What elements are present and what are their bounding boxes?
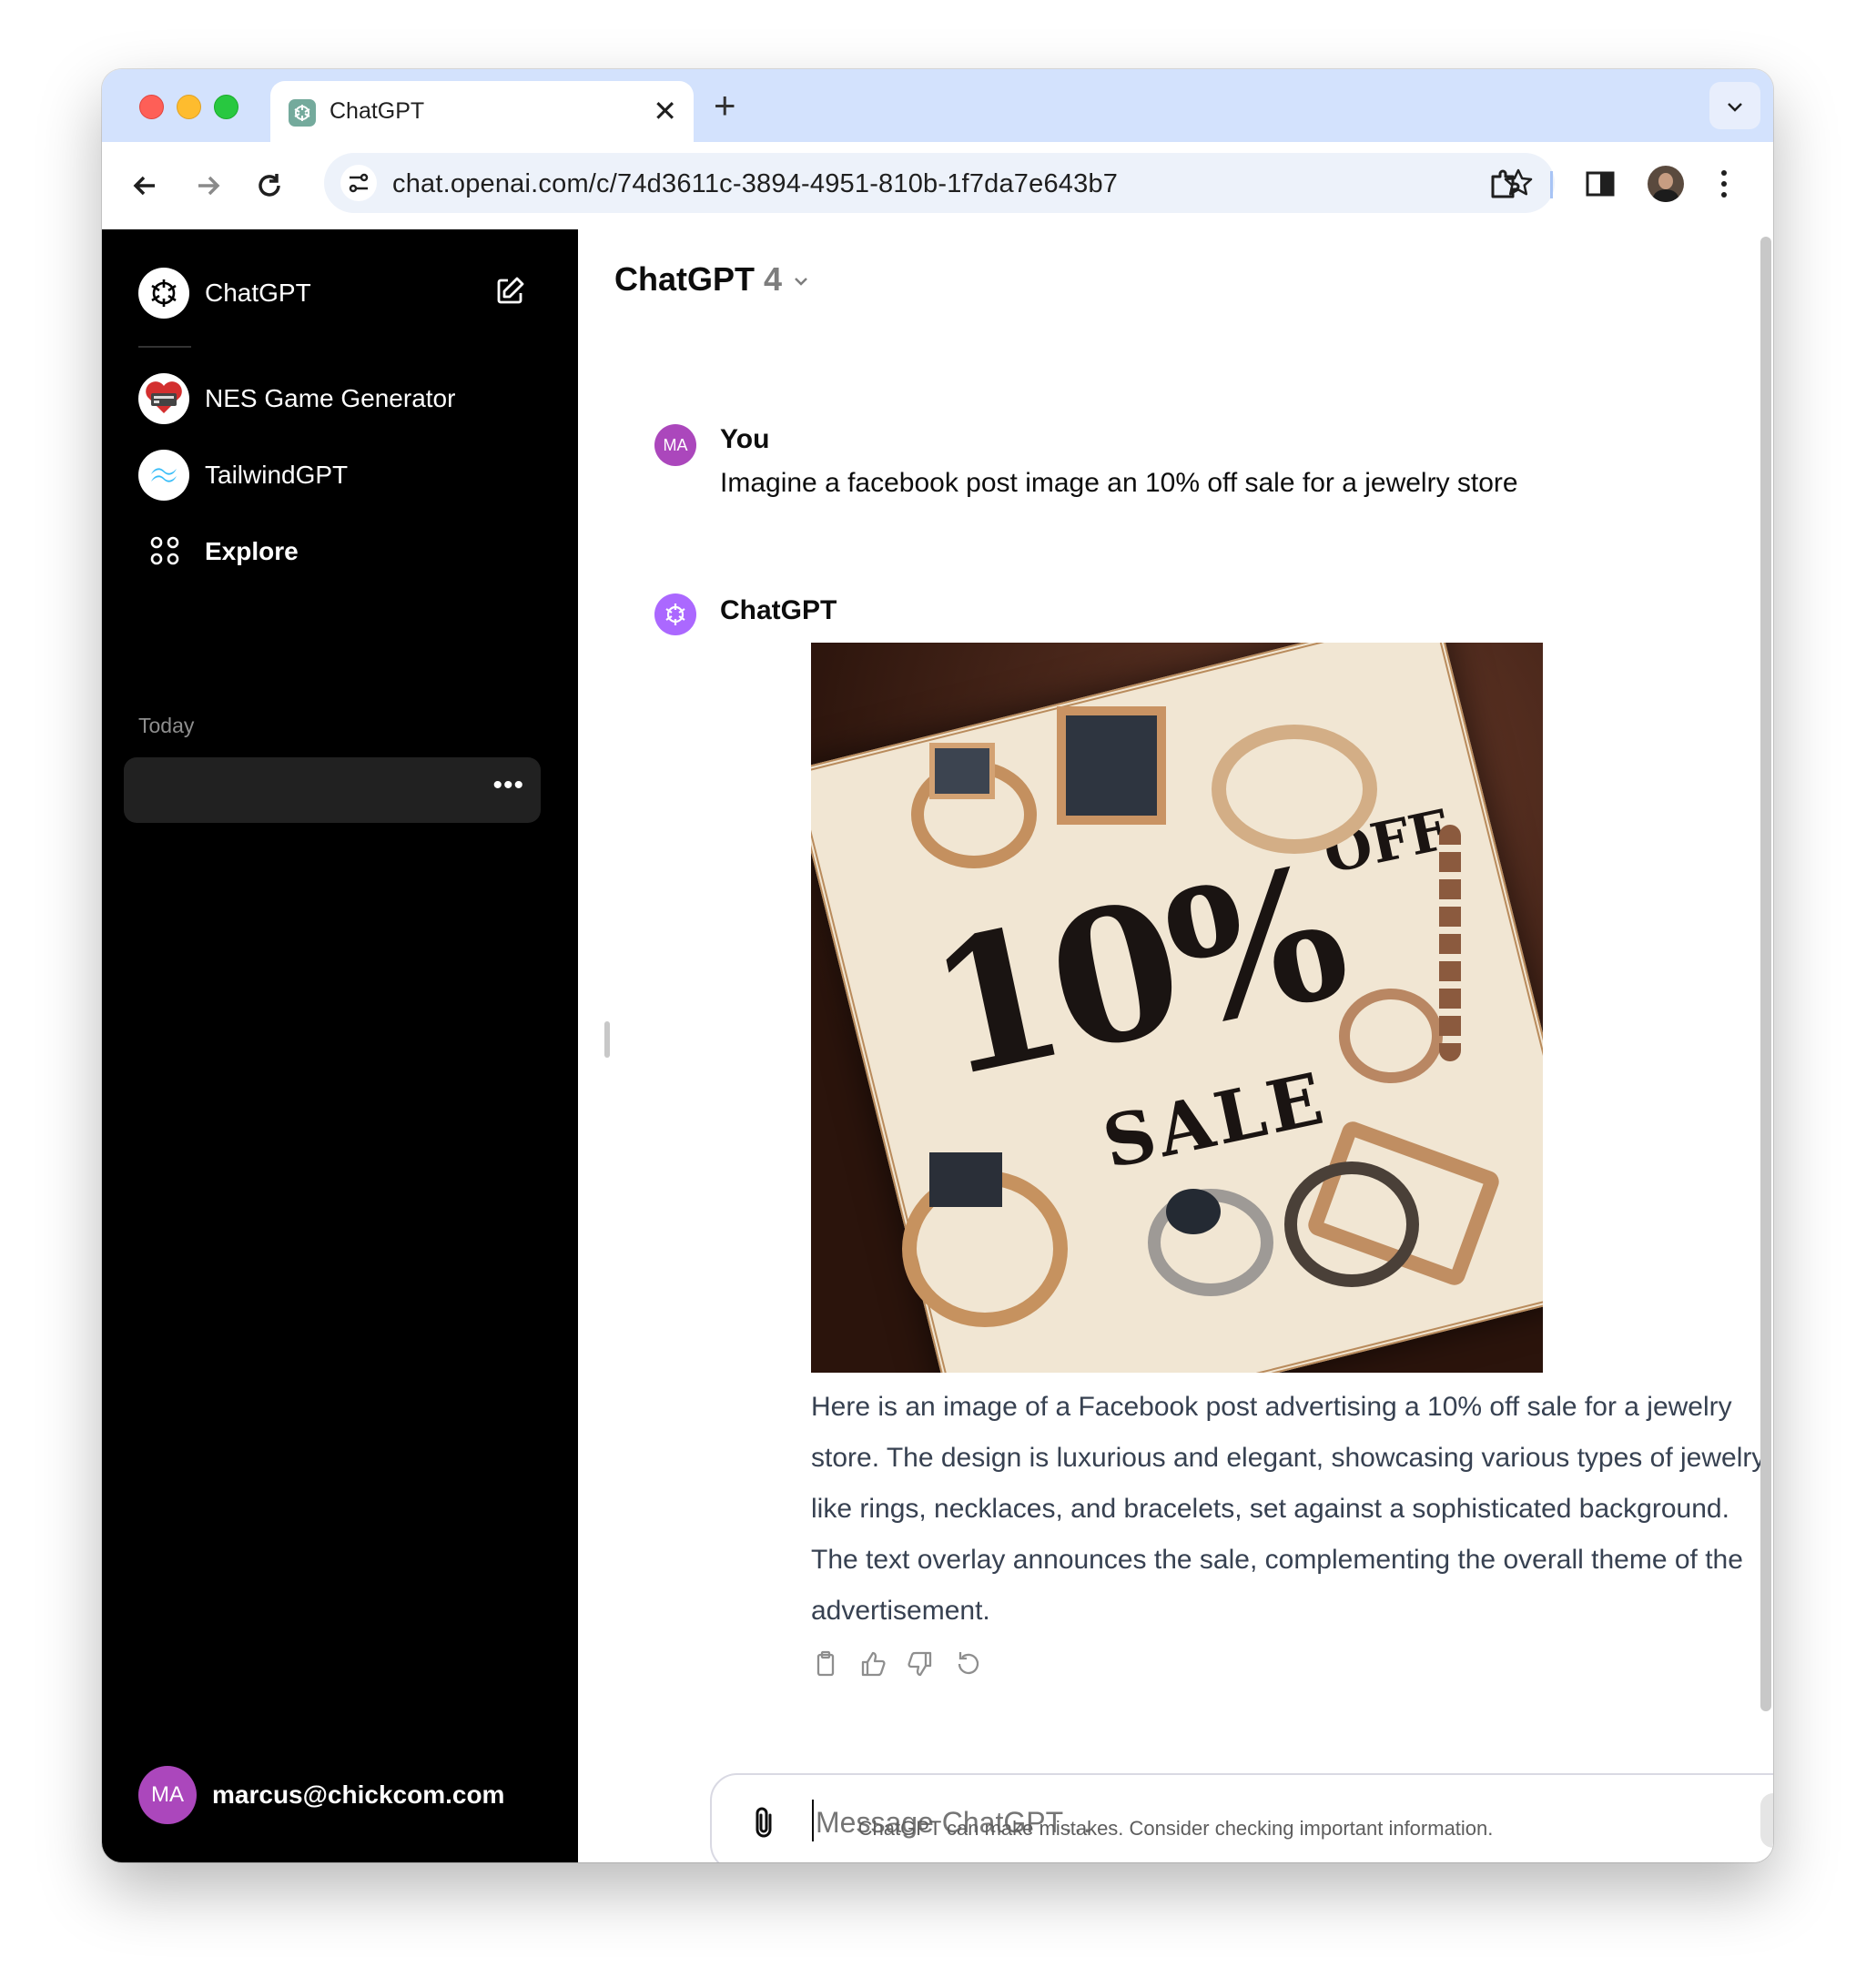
sidebar-item-label: NES Game Generator bbox=[205, 384, 456, 412]
model-version: 4 bbox=[764, 260, 783, 298]
user-message-text: Imagine a facebook post image an 10% off… bbox=[720, 468, 1518, 498]
section-today-label: Today bbox=[138, 714, 195, 737]
clipboard-icon bbox=[816, 1650, 835, 1677]
browser-window: ChatGPT ✕ + chat.openai.com/c/74d3611c-3… bbox=[102, 69, 1773, 1862]
browser-tab[interactable]: ChatGPT ✕ bbox=[270, 81, 694, 142]
chat-history-item[interactable]: ••• bbox=[124, 757, 541, 823]
new-chat-button[interactable] bbox=[493, 275, 526, 312]
sidebar: ChatGPT NES Game Generator TailwindGPT E… bbox=[102, 229, 578, 1862]
thumbs-down-icon bbox=[908, 1651, 932, 1677]
model-name: ChatGPT bbox=[614, 260, 756, 298]
pearl-strand-icon bbox=[1439, 825, 1461, 1061]
user-email[interactable]: marcus@chickcom.com bbox=[212, 1780, 504, 1810]
site-info-icon[interactable] bbox=[340, 165, 377, 201]
profile-body-icon bbox=[1653, 189, 1678, 202]
disclaimer-text: ChatGPT can make mistakes. Consider chec… bbox=[857, 1817, 1494, 1840]
ring-decoration-icon bbox=[1284, 1161, 1419, 1287]
side-panel-icon bbox=[1586, 171, 1615, 197]
back-button[interactable] bbox=[124, 164, 167, 208]
thumbs-up-button[interactable] bbox=[858, 1649, 887, 1679]
chat-options-button[interactable]: ••• bbox=[492, 772, 524, 799]
zoom-window-button[interactable] bbox=[214, 95, 238, 119]
reload-button[interactable] bbox=[248, 164, 291, 208]
sidebar-divider bbox=[138, 346, 191, 348]
url-text[interactable]: chat.openai.com/c/74d3611c-3894-4951-810… bbox=[392, 169, 1118, 199]
profile-face-icon bbox=[1658, 173, 1673, 189]
tab-search-button[interactable] bbox=[1709, 82, 1760, 129]
scrollbar-thumb[interactable] bbox=[1760, 237, 1771, 1711]
chevron-down-icon bbox=[795, 278, 807, 287]
reload-icon bbox=[259, 174, 280, 197]
extensions-button[interactable] bbox=[1484, 164, 1527, 208]
regenerate-icon bbox=[958, 1652, 979, 1675]
chevron-down-icon bbox=[1728, 103, 1742, 112]
assistant-message-name: ChatGPT bbox=[720, 595, 837, 625]
grid-icon bbox=[149, 535, 180, 571]
kebab-menu-icon bbox=[1721, 170, 1727, 198]
regenerate-button[interactable] bbox=[953, 1649, 982, 1679]
gemstone-icon bbox=[1166, 1189, 1221, 1234]
generated-image[interactable]: 10% OFF SALE bbox=[811, 643, 1543, 1373]
copy-button[interactable] bbox=[811, 1649, 840, 1679]
user-message-avatar: MA bbox=[654, 424, 696, 466]
chatgpt-logo-icon[interactable] bbox=[138, 268, 189, 319]
address-bar[interactable]: chat.openai.com/c/74d3611c-3894-4951-810… bbox=[324, 153, 1555, 213]
forward-button[interactable] bbox=[186, 164, 229, 208]
user-message-name: You bbox=[720, 424, 770, 454]
chatgpt-avatar-icon bbox=[654, 593, 696, 635]
ring-decoration-icon bbox=[1212, 725, 1377, 854]
user-avatar[interactable]: MA bbox=[138, 1766, 197, 1824]
tab-strip: ChatGPT ✕ + bbox=[102, 69, 1773, 142]
sidebar-item-label: Explore bbox=[205, 537, 299, 565]
tab-close-icon[interactable]: ✕ bbox=[653, 93, 677, 129]
chatgpt-favicon-icon bbox=[289, 99, 316, 127]
tab-title: ChatGPT bbox=[330, 98, 425, 124]
edit-pencil-icon bbox=[497, 277, 524, 304]
nes-game-icon bbox=[138, 373, 189, 424]
puzzle-icon bbox=[1491, 169, 1520, 198]
assistant-message-text: Here is an image of a Facebook post adve… bbox=[811, 1392, 1766, 1626]
message-actions bbox=[811, 1649, 982, 1679]
main-chat-area: ChatGPT 4 MA You Imagine a facebook post… bbox=[578, 229, 1773, 1862]
toolbar-divider bbox=[1550, 171, 1553, 198]
minimize-window-button[interactable] bbox=[177, 95, 201, 119]
sidebar-item-label: TailwindGPT bbox=[205, 461, 349, 489]
ring-decoration-icon bbox=[1339, 989, 1443, 1083]
gemstone-icon bbox=[1057, 706, 1166, 825]
close-window-button[interactable] bbox=[139, 95, 164, 119]
sidebar-resize-handle[interactable] bbox=[604, 1021, 610, 1058]
profile-avatar[interactable] bbox=[1648, 166, 1684, 202]
thumbs-up-icon bbox=[861, 1651, 886, 1677]
gemstone-icon bbox=[929, 1152, 1002, 1207]
new-tab-button[interactable]: + bbox=[714, 80, 736, 131]
chrome-menu-button[interactable] bbox=[1715, 166, 1733, 207]
gemstone-icon bbox=[929, 743, 995, 799]
model-selector[interactable]: ChatGPT 4 bbox=[614, 260, 811, 299]
arrow-right-icon bbox=[198, 176, 220, 196]
side-panel-button[interactable] bbox=[1580, 164, 1624, 208]
sidebar-brand[interactable]: ChatGPT bbox=[205, 279, 311, 308]
tailwind-icon bbox=[138, 450, 189, 501]
arrow-left-icon bbox=[133, 176, 155, 196]
thumbs-down-button[interactable] bbox=[906, 1649, 935, 1679]
